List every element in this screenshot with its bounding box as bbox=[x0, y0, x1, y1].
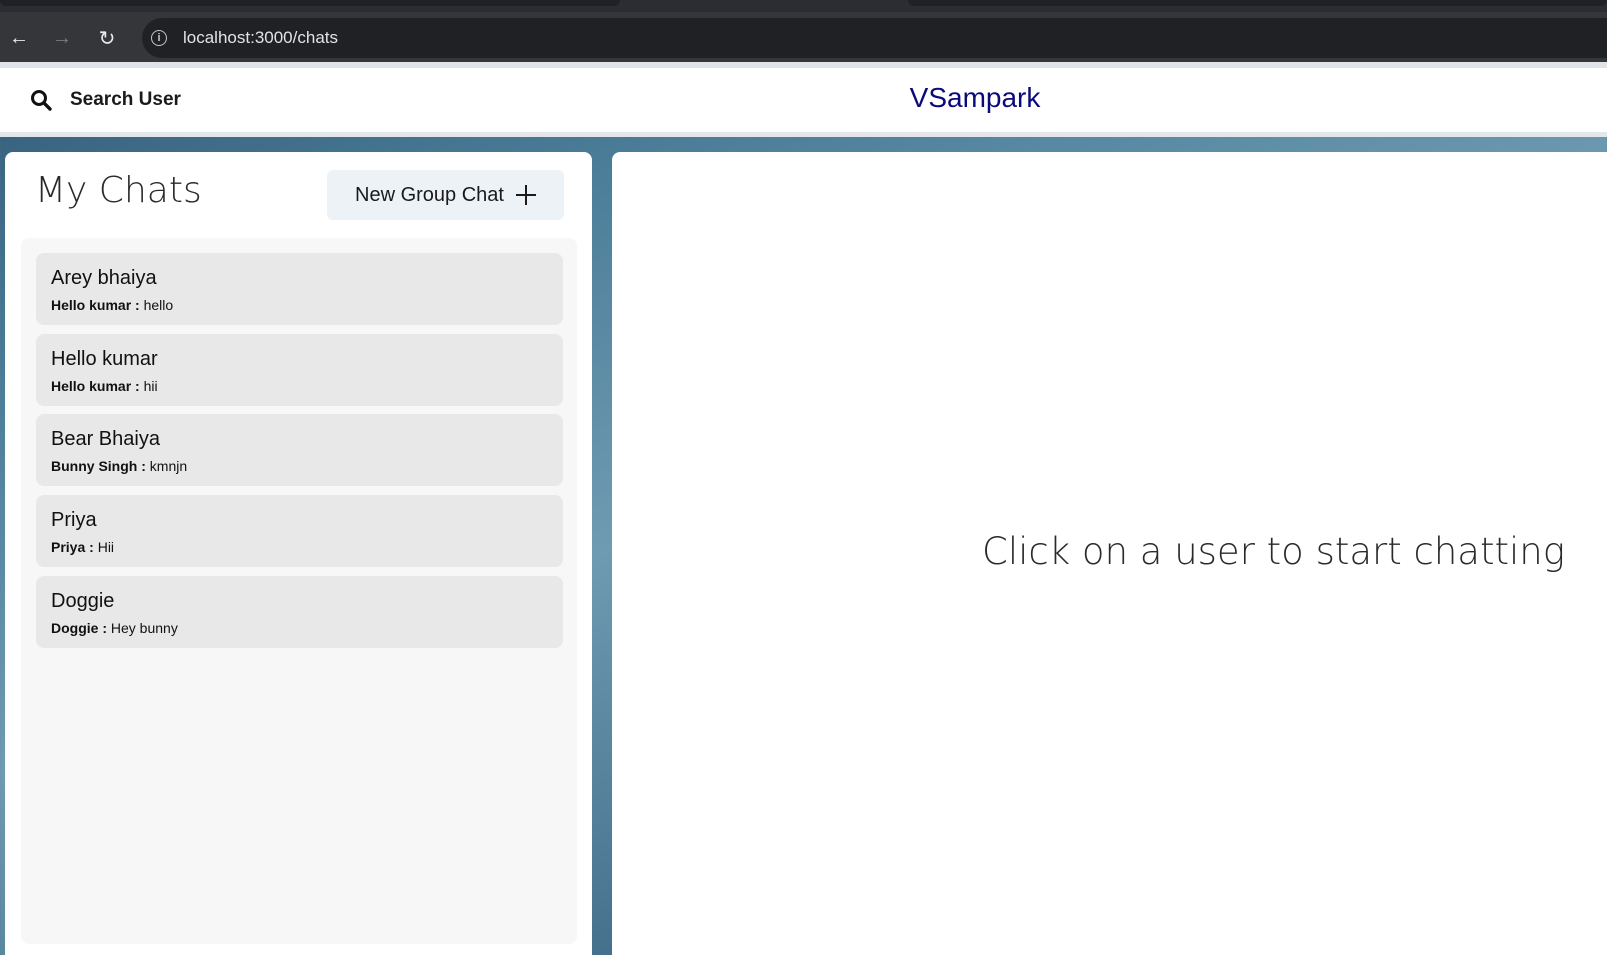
address-bar[interactable]: i localhost:3000/chats bbox=[142, 18, 1607, 58]
chat-list-item[interactable]: Bear Bhaiya Bunny Singh : kmnjn bbox=[36, 414, 563, 486]
message-sender: Doggie : bbox=[51, 620, 107, 636]
message-text: Hii bbox=[97, 539, 115, 555]
message-text: kmnjn bbox=[149, 458, 188, 474]
chat-latest-message: Bunny Singh : kmnjn bbox=[51, 458, 187, 474]
chat-latest-message: Hello kumar : hii bbox=[51, 378, 158, 394]
my-chats-title: My Chats bbox=[35, 170, 202, 211]
message-sender: Hello kumar : bbox=[51, 297, 140, 313]
my-chats-panel: My Chats New Group Chat Arey bhaiya Hell… bbox=[5, 152, 592, 955]
new-group-chat-button[interactable]: New Group Chat bbox=[327, 170, 564, 220]
app-brand-title: VSampark bbox=[909, 82, 1041, 113]
chat-list-item[interactable]: Arey bhaiya Hello kumar : hello bbox=[36, 253, 563, 325]
url-text[interactable]: localhost:3000/chats bbox=[183, 28, 338, 48]
chat-list-item[interactable]: Priya Priya : Hii bbox=[36, 495, 563, 567]
message-text: hello bbox=[143, 297, 174, 313]
chat-list-item[interactable]: Doggie Doggie : Hey bunny bbox=[36, 576, 563, 648]
reload-icon: ↻ bbox=[98, 27, 116, 50]
browser-chrome: ← → ↻ i localhost:3000/chats bbox=[0, 0, 1607, 64]
message-text: Hey bunny bbox=[110, 620, 178, 636]
browser-toolbar: ← → ↻ i localhost:3000/chats bbox=[0, 12, 1607, 64]
tab[interactable] bbox=[908, 0, 1607, 6]
tab-strip bbox=[0, 0, 1607, 12]
chat-name: Arey bhaiya bbox=[51, 267, 157, 289]
site-info-icon[interactable]: i bbox=[151, 30, 167, 46]
chat-latest-message: Priya : Hii bbox=[51, 539, 114, 555]
chat-latest-message: Hello kumar : hello bbox=[51, 297, 173, 313]
tab[interactable] bbox=[0, 0, 620, 6]
back-arrow-icon: ← bbox=[9, 26, 29, 49]
new-group-chat-label: New Group Chat bbox=[355, 183, 504, 206]
chat-name: Doggie bbox=[51, 590, 115, 612]
forward-button[interactable]: → bbox=[46, 22, 78, 54]
chat-latest-message: Doggie : Hey bunny bbox=[51, 620, 178, 636]
chat-list-item[interactable]: Hello kumar Hello kumar : hii bbox=[36, 334, 563, 406]
message-sender: Bunny Singh : bbox=[51, 458, 146, 474]
reload-button[interactable]: ↻ bbox=[91, 22, 123, 54]
app-header: Search User VSampark bbox=[0, 68, 1607, 137]
chat-box: Click on a user to start chatting bbox=[612, 152, 1607, 955]
message-sender: Hello kumar : bbox=[51, 378, 140, 394]
plus-icon bbox=[515, 185, 536, 205]
back-button[interactable]: ← bbox=[3, 22, 35, 54]
message-text: hii bbox=[143, 378, 158, 394]
message-sender: Priya : bbox=[51, 539, 94, 555]
chat-name: Priya bbox=[51, 509, 97, 531]
empty-chat-message: Click on a user to start chatting bbox=[982, 530, 1565, 573]
chat-list: Arey bhaiya Hello kumar : hello Hello ku… bbox=[21, 238, 577, 944]
forward-arrow-icon: → bbox=[52, 26, 72, 49]
chat-name: Bear Bhaiya bbox=[51, 428, 160, 450]
chat-name: Hello kumar bbox=[51, 348, 158, 370]
